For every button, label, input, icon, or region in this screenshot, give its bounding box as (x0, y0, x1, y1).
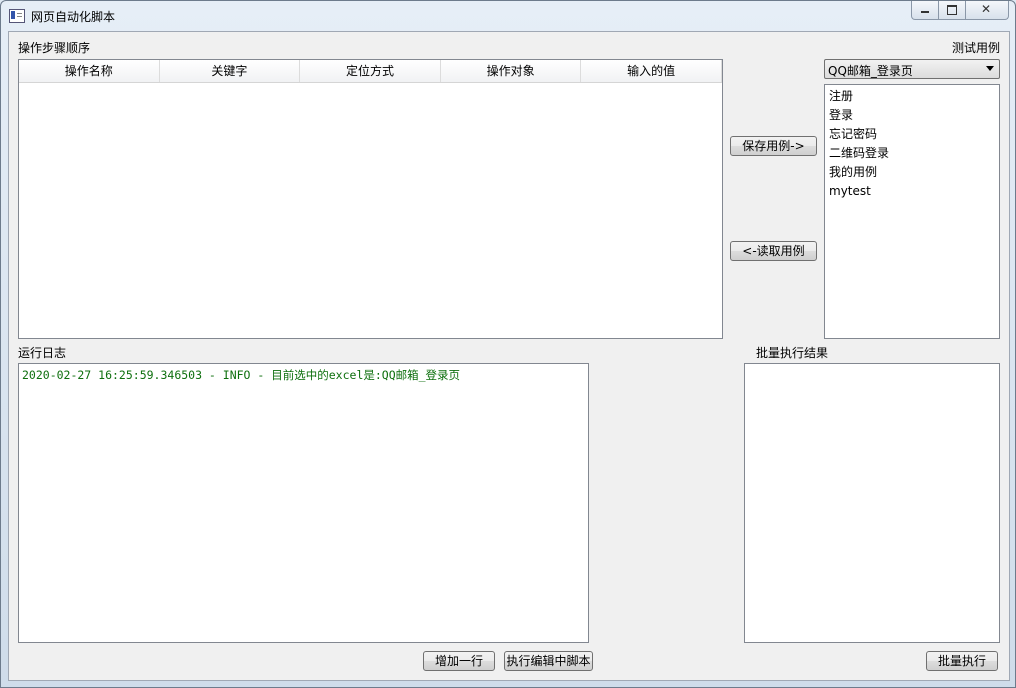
test-cases-label: 测试用例 (952, 41, 1001, 55)
steps-table-header: 操作名称 关键字 定位方式 操作对象 输入的值 (19, 60, 722, 83)
batch-result-label: 批量执行结果 (756, 346, 829, 360)
column-header-keyword[interactable]: 关键字 (160, 60, 301, 82)
column-header-input-value[interactable]: 输入的值 (581, 60, 722, 82)
run-script-button[interactable]: 执行编辑中脚本 (504, 651, 593, 671)
column-header-target[interactable]: 操作对象 (441, 60, 582, 82)
add-row-button[interactable]: 增加一行 (423, 651, 495, 671)
steps-label: 操作步骤顺序 (18, 41, 91, 55)
column-header-action-name[interactable]: 操作名称 (19, 60, 160, 82)
list-item[interactable]: 注册 (829, 87, 853, 106)
excel-select[interactable]: QQ邮箱_登录页 (824, 59, 1000, 79)
excel-select-value: QQ邮箱_登录页 (828, 64, 913, 78)
list-item[interactable]: 登录 (829, 106, 853, 125)
maximize-icon (947, 5, 957, 15)
batch-run-button[interactable]: 批量执行 (926, 651, 998, 671)
close-icon: ✕ (981, 2, 992, 16)
column-header-locator-type[interactable]: 定位方式 (300, 60, 441, 82)
maximize-button[interactable] (939, 1, 965, 20)
steps-table[interactable]: 操作名称 关键字 定位方式 操作对象 输入的值 (18, 59, 723, 339)
batch-result-area[interactable] (744, 363, 1000, 643)
client-area: 操作步骤顺序 操作名称 关键字 定位方式 操作对象 输入的值 保存用例-> <-… (8, 31, 1010, 681)
app-icon (9, 9, 25, 23)
log-line: 2020-02-27 16:25:59.346503 - INFO - 目前选中… (22, 368, 461, 382)
caption-buttons: ✕ (911, 1, 1009, 20)
list-item[interactable]: 我的用例 (829, 163, 877, 182)
minimize-icon (921, 11, 929, 13)
window-title: 网页自动化脚本 (31, 10, 116, 24)
close-button[interactable]: ✕ (965, 1, 1009, 20)
log-area[interactable]: 2020-02-27 16:25:59.346503 - INFO - 目前选中… (18, 363, 589, 643)
log-label: 运行日志 (18, 346, 67, 360)
save-case-button[interactable]: 保存用例-> (730, 136, 817, 156)
list-item[interactable]: 二维码登录 (829, 144, 889, 163)
title-bar[interactable]: 网页自动化脚本 ✕ (1, 1, 1015, 31)
minimize-button[interactable] (911, 1, 939, 20)
app-window: 网页自动化脚本 ✕ 操作步骤顺序 操作名称 关键字 定位方式 操作对象 输入的值 (0, 0, 1016, 688)
chevron-down-icon (986, 66, 994, 71)
test-case-list[interactable]: 注册 登录 忘记密码 二维码登录 我的用例 mytest (824, 84, 1000, 339)
list-item[interactable]: 忘记密码 (829, 125, 877, 144)
list-item[interactable]: mytest (829, 182, 871, 201)
read-case-button[interactable]: <-读取用例 (730, 241, 817, 261)
